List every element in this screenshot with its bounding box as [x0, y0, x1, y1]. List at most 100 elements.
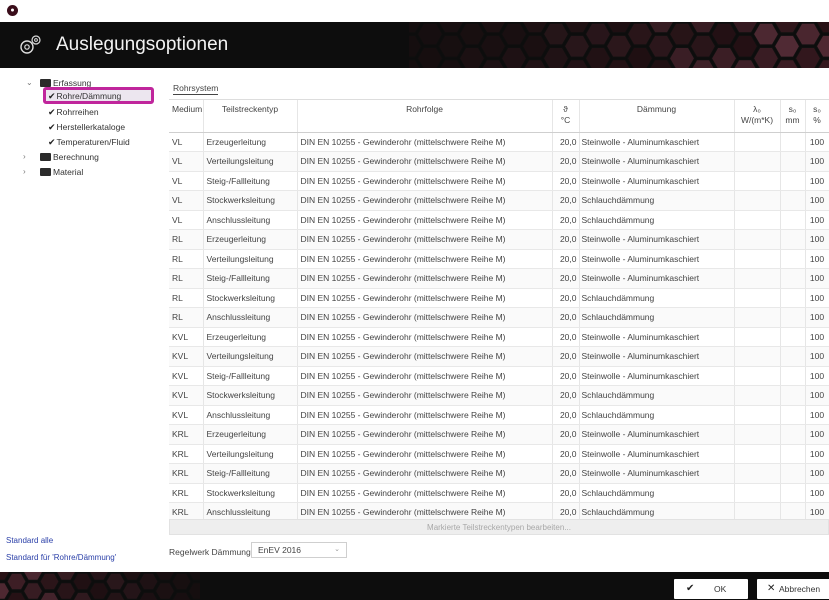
cell-lambda[interactable] — [734, 327, 781, 347]
cell-daemmung[interactable]: Schlauchdämmung — [579, 288, 735, 308]
cell-medium[interactable]: VL — [169, 171, 204, 191]
cell-teilstreckentyp[interactable]: Erzeugerleitung — [203, 327, 298, 347]
cell-medium[interactable]: KVL — [169, 346, 204, 367]
cell-medium[interactable]: KRL — [169, 463, 204, 484]
cell-s0[interactable] — [780, 249, 806, 269]
cell-lambda[interactable] — [734, 463, 781, 484]
column-header-lambda[interactable]: λ₀ W/(m*K) — [734, 100, 781, 133]
cell-percent[interactable]: 100 — [805, 249, 829, 269]
cell-lambda[interactable] — [734, 210, 781, 230]
cell-daemmung[interactable]: Steinwolle - Aluminumkaschiert — [579, 444, 735, 464]
standard-alle-link[interactable]: Standard alle — [6, 536, 53, 545]
cell-lambda[interactable] — [734, 483, 781, 503]
cell-percent[interactable]: 100 — [805, 210, 829, 230]
cell-theta[interactable]: 20,0 — [552, 151, 580, 172]
cell-theta[interactable]: 20,0 — [552, 346, 580, 367]
table-row[interactable]: KRL Erzeugerleitung DIN EN 10255 - Gewinde… — [169, 424, 829, 445]
column-header-rohrfolge[interactable]: Rohrfolge — [297, 100, 553, 133]
cell-daemmung[interactable]: Schlauchdämmung — [579, 405, 735, 425]
cell-rohrfolge[interactable]: DIN EN 10255 - Gewinderohr (mittelschwer… — [297, 346, 553, 367]
cell-theta[interactable]: 20,0 — [552, 405, 580, 425]
cell-daemmung[interactable]: Schlauchdämmung — [579, 385, 735, 406]
cell-medium[interactable]: RL — [169, 307, 204, 328]
cell-s0[interactable] — [780, 210, 806, 230]
cell-percent[interactable]: 100 — [805, 229, 829, 250]
cell-daemmung[interactable]: Steinwolle - Aluminumkaschiert — [579, 366, 735, 386]
cell-rohrfolge[interactable]: DIN EN 10255 - Gewinderohr (mittelschwer… — [297, 249, 553, 269]
cell-daemmung[interactable]: Steinwolle - Aluminumkaschiert — [579, 249, 735, 269]
cell-percent[interactable]: 100 — [805, 385, 829, 406]
cell-lambda[interactable] — [734, 405, 781, 425]
cell-daemmung[interactable]: Steinwolle - Aluminumkaschiert — [579, 463, 735, 484]
regelwerk-select[interactable]: EnEV 2016 ⌄ — [251, 542, 347, 558]
cell-percent[interactable]: 100 — [805, 424, 829, 445]
cell-percent[interactable]: 100 — [805, 444, 829, 464]
tree-item-rohre-daemmung[interactable]: ✔Rohre/Dämmung — [48, 90, 121, 102]
cell-theta[interactable]: 20,0 — [552, 327, 580, 347]
cell-teilstreckentyp[interactable]: Steig-/Fallleitung — [203, 171, 298, 191]
cell-daemmung[interactable]: Steinwolle - Aluminumkaschiert — [579, 268, 735, 289]
standard-rohre-link[interactable]: Standard für 'Rohre/Dämmung' — [6, 553, 116, 562]
cell-medium[interactable]: KVL — [169, 405, 204, 425]
edit-selected-button[interactable]: Markierte Teilstreckentypen bearbeiten..… — [169, 519, 829, 535]
column-header-theta[interactable]: ϑ °C — [552, 100, 580, 133]
cell-rohrfolge[interactable]: DIN EN 10255 - Gewinderohr (mittelschwer… — [297, 405, 553, 425]
cell-percent[interactable]: 100 — [805, 405, 829, 425]
cell-lambda[interactable] — [734, 366, 781, 386]
cell-teilstreckentyp[interactable]: Stockwerksleitung — [203, 483, 298, 503]
cell-percent[interactable]: 100 — [805, 463, 829, 484]
table-row[interactable]: RL Verteilungsleitung DIN EN 10255 - Gewin… — [169, 249, 829, 269]
cell-medium[interactable]: RL — [169, 249, 204, 269]
table-row[interactable]: VL Erzeugerleitung DIN EN 10255 - Gewinder… — [169, 132, 829, 152]
cell-daemmung[interactable]: Steinwolle - Aluminumkaschiert — [579, 229, 735, 250]
cell-s0[interactable] — [780, 424, 806, 445]
cell-percent[interactable]: 100 — [805, 288, 829, 308]
cell-theta[interactable]: 20,0 — [552, 171, 580, 191]
cell-daemmung[interactable]: Schlauchdämmung — [579, 210, 735, 230]
cell-teilstreckentyp[interactable]: Stockwerksleitung — [203, 288, 298, 308]
cell-teilstreckentyp[interactable]: Anschlussleitung — [203, 405, 298, 425]
cell-rohrfolge[interactable]: DIN EN 10255 - Gewinderohr (mittelschwer… — [297, 424, 553, 445]
table-row[interactable]: KVL Steig-/Fallleitung DIN EN 10255 - Gewi… — [169, 366, 829, 386]
table-row[interactable]: RL Stockwerksleitung DIN EN 10255 - Gewind… — [169, 288, 829, 308]
table-row[interactable]: KVL Erzeugerleitung DIN EN 10255 - Gewinde… — [169, 327, 829, 347]
cell-s0[interactable] — [780, 346, 806, 367]
cell-lambda[interactable] — [734, 268, 781, 289]
cell-theta[interactable]: 20,0 — [552, 229, 580, 250]
cell-rohrfolge[interactable]: DIN EN 10255 - Gewinderohr (mittelschwer… — [297, 268, 553, 289]
cell-teilstreckentyp[interactable]: Erzeugerleitung — [203, 132, 298, 152]
tree-item-material[interactable]: › Material — [23, 166, 83, 178]
cell-teilstreckentyp[interactable]: Anschlussleitung — [203, 307, 298, 328]
cell-medium[interactable]: VL — [169, 132, 204, 152]
cell-theta[interactable]: 20,0 — [552, 210, 580, 230]
table-row[interactable]: VL Steig-/Fallleitung DIN EN 10255 - Gewin… — [169, 171, 829, 191]
cell-rohrfolge[interactable]: DIN EN 10255 - Gewinderohr (mittelschwer… — [297, 483, 553, 503]
cell-teilstreckentyp[interactable]: Verteilungsleitung — [203, 444, 298, 464]
cell-rohrfolge[interactable]: DIN EN 10255 - Gewinderohr (mittelschwer… — [297, 132, 553, 152]
cell-daemmung[interactable]: Steinwolle - Aluminumkaschiert — [579, 346, 735, 367]
cell-lambda[interactable] — [734, 424, 781, 445]
cell-s0[interactable] — [780, 483, 806, 503]
cell-percent[interactable]: 100 — [805, 268, 829, 289]
cell-medium[interactable]: KVL — [169, 327, 204, 347]
cell-rohrfolge[interactable]: DIN EN 10255 - Gewinderohr (mittelschwer… — [297, 190, 553, 211]
tree-item-rohrreihen[interactable]: ✔Rohrreihen — [48, 106, 99, 118]
cell-theta[interactable]: 20,0 — [552, 385, 580, 406]
cell-teilstreckentyp[interactable]: Stockwerksleitung — [203, 385, 298, 406]
cell-daemmung[interactable]: Steinwolle - Aluminumkaschiert — [579, 151, 735, 172]
cell-medium[interactable]: VL — [169, 190, 204, 211]
cell-theta[interactable]: 20,0 — [552, 268, 580, 289]
cell-s0[interactable] — [780, 366, 806, 386]
table-row[interactable]: RL Anschlussleitung DIN EN 10255 - Gewinde… — [169, 307, 829, 328]
cell-teilstreckentyp[interactable]: Steig-/Fallleitung — [203, 463, 298, 484]
cell-rohrfolge[interactable]: DIN EN 10255 - Gewinderohr (mittelschwer… — [297, 151, 553, 172]
cell-daemmung[interactable]: Steinwolle - Aluminumkaschiert — [579, 327, 735, 347]
cell-rohrfolge[interactable]: DIN EN 10255 - Gewinderohr (mittelschwer… — [297, 327, 553, 347]
tree-item-temperaturen[interactable]: ✔Temperaturen/Fluid — [48, 136, 130, 148]
cell-medium[interactable]: KVL — [169, 385, 204, 406]
cell-percent[interactable]: 100 — [805, 483, 829, 503]
cell-theta[interactable]: 20,0 — [552, 132, 580, 152]
cell-teilstreckentyp[interactable]: Erzeugerleitung — [203, 229, 298, 250]
table-row[interactable]: KVL Verteilungsleitung DIN EN 10255 - Gewi… — [169, 346, 829, 367]
cell-s0[interactable] — [780, 385, 806, 406]
